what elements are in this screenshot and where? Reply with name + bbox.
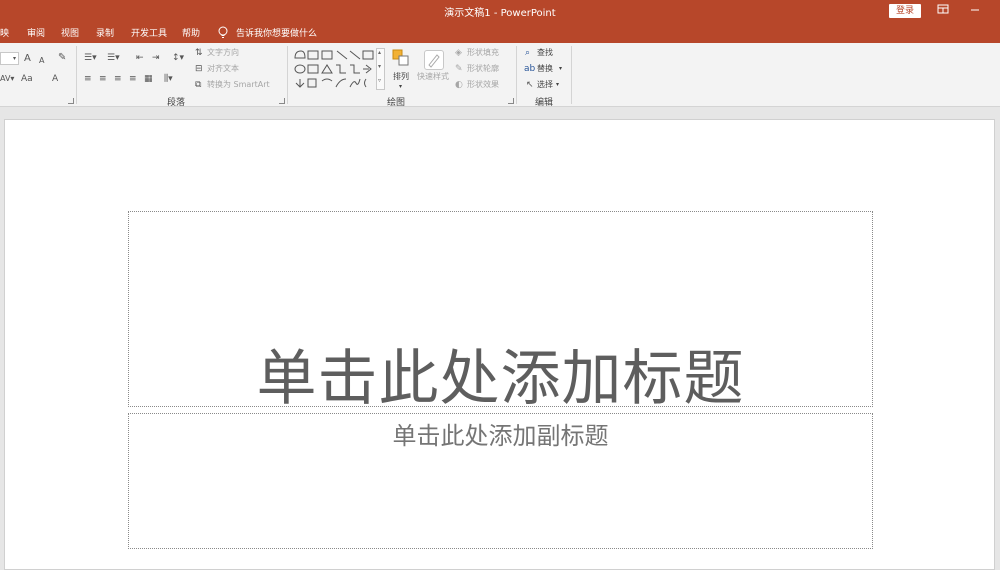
subtitle-placeholder-text: 单击此处添加副标题 xyxy=(392,422,609,450)
tab-developer[interactable]: 开发工具 xyxy=(131,26,167,39)
numbering-icon[interactable]: ☰▾ xyxy=(107,52,120,64)
drawing-group-label: 绘图 xyxy=(386,98,405,108)
shape-fill-icon: ◈ xyxy=(455,48,462,58)
chevron-down-icon: ▾ xyxy=(378,63,382,70)
shape-outline-icon: ✎ xyxy=(455,64,463,74)
align-text-icon[interactable]: ⊟ xyxy=(195,63,203,75)
slide[interactable]: 单击此处添加标题 单击此处添加副标题 xyxy=(4,119,995,570)
grow-font-icon[interactable]: A xyxy=(24,53,31,65)
clear-formatting-icon[interactable]: ✎ xyxy=(58,52,66,64)
paragraph-dialog-launcher[interactable] xyxy=(279,98,285,104)
replace-button[interactable]: 替换 xyxy=(537,63,553,75)
align-center-icon[interactable]: ≡ xyxy=(99,73,107,85)
drawing-dialog-launcher[interactable] xyxy=(508,98,514,104)
change-case-button[interactable]: Aa xyxy=(21,73,33,85)
chevron-down-icon: ▾ xyxy=(556,81,560,88)
shapes-gallery[interactable] xyxy=(292,48,376,90)
more-icon: ▿ xyxy=(378,77,382,84)
ribbon: ▾ A A ✎ AV▾ Aa A ☰▾ ☰▾ ⇤ ⇥ ↕▾ ≡ ≡ ≡ ≡ ▦ … xyxy=(0,43,1000,108)
quick-styles-icon xyxy=(424,50,444,70)
columns-icon[interactable]: ⫼▾ xyxy=(164,73,173,85)
font-color-button[interactable]: A xyxy=(52,73,58,85)
chevron-down-icon: ▾ xyxy=(12,55,16,62)
search-icon: ⌕ xyxy=(525,48,531,58)
arrange-icon xyxy=(392,49,409,66)
title-placeholder-text: 单击此处添加标题 xyxy=(256,344,745,414)
convert-smartart-button[interactable]: 转换为 SmartArt xyxy=(207,79,270,91)
align-right-icon[interactable]: ≡ xyxy=(114,73,122,85)
minimize-icon[interactable] xyxy=(967,3,983,19)
font-size-field[interactable]: ▾ xyxy=(0,52,19,65)
group-separator xyxy=(571,46,572,104)
tell-me-search[interactable]: 告诉我你想要做什么 xyxy=(236,26,317,39)
title-bar: 演示文稿1 - PowerPoint 登录 xyxy=(0,0,1000,22)
tab-help[interactable]: 帮助 xyxy=(182,26,200,39)
login-button[interactable]: 登录 xyxy=(889,4,921,18)
tab-review[interactable]: 审阅 xyxy=(27,26,45,39)
bullets-icon[interactable]: ☰▾ xyxy=(84,52,97,64)
group-separator xyxy=(516,46,517,104)
font-dialog-launcher[interactable] xyxy=(68,98,74,104)
ribbon-display-options-icon[interactable] xyxy=(935,3,951,19)
text-direction-icon[interactable]: ⇅ xyxy=(195,47,203,59)
text-direction-button[interactable]: 文字方向 xyxy=(207,47,239,59)
window-title: 演示文稿1 - PowerPoint xyxy=(444,8,556,19)
tab-slideshow[interactable]: 映 xyxy=(0,26,9,39)
shapes-gallery-scrollbar[interactable]: ▴ ▾ ▿ xyxy=(376,48,385,90)
tab-record[interactable]: 录制 xyxy=(96,26,114,39)
subtitle-placeholder[interactable]: 单击此处添加副标题 xyxy=(128,413,873,549)
find-button[interactable]: 查找 xyxy=(537,47,553,59)
distributed-icon[interactable]: ▦ xyxy=(144,73,153,85)
decrease-indent-icon[interactable]: ⇤ xyxy=(136,52,144,64)
paragraph-group-label: 段落 xyxy=(166,98,185,108)
replace-icon: ab xyxy=(524,64,536,74)
shape-outline-button[interactable]: 形状轮廓 xyxy=(467,63,499,75)
smartart-icon[interactable]: ⧉ xyxy=(195,79,201,91)
line-spacing-icon[interactable]: ↕▾ xyxy=(172,52,184,64)
justify-icon[interactable]: ≡ xyxy=(129,73,137,85)
slide-editing-area: 单击此处添加标题 单击此处添加副标题 xyxy=(0,108,1000,570)
increase-indent-icon[interactable]: ⇥ xyxy=(152,52,160,64)
select-button[interactable]: 选择 xyxy=(537,79,553,91)
title-placeholder[interactable]: 单击此处添加标题 xyxy=(128,211,873,414)
group-separator xyxy=(287,46,288,104)
lightbulb-icon xyxy=(218,26,228,38)
chevron-up-icon: ▴ xyxy=(378,49,382,56)
chevron-down-icon: ▾ xyxy=(399,83,403,90)
shape-effects-icon: ◐ xyxy=(455,80,463,90)
align-text-button[interactable]: 对齐文本 xyxy=(207,63,239,75)
ribbon-tabs: 映 审阅 视图 录制 开发工具 帮助 告诉我你想要做什么 xyxy=(0,22,1000,43)
char-spacing-icon[interactable]: AV▾ xyxy=(0,73,14,85)
shape-fill-button[interactable]: 形状填充 xyxy=(467,47,499,59)
group-separator xyxy=(76,46,77,104)
shape-effects-button[interactable]: 形状效果 xyxy=(467,79,499,91)
shapes-gallery-icons xyxy=(294,50,374,88)
cursor-icon: ↖ xyxy=(526,80,534,90)
shrink-font-icon[interactable]: A xyxy=(39,55,44,67)
quick-styles-button[interactable]: 快速样式 xyxy=(417,71,449,83)
editing-group-label: 编辑 xyxy=(534,98,553,108)
chevron-down-icon: ▾ xyxy=(559,65,563,72)
align-left-icon[interactable]: ≡ xyxy=(84,73,92,85)
tab-view[interactable]: 视图 xyxy=(61,26,79,39)
